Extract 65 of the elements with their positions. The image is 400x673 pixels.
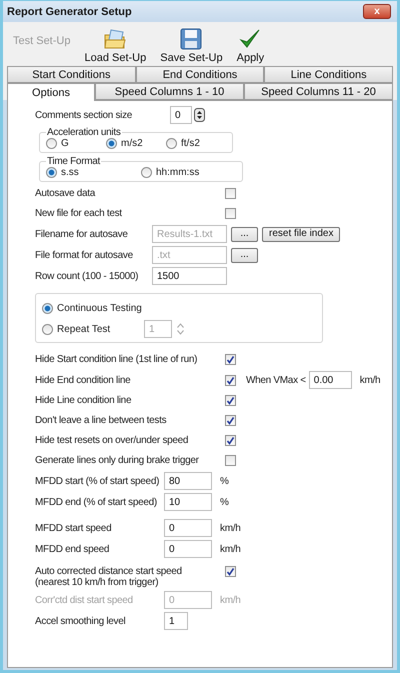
tab[interactable]: Options (7, 83, 95, 101)
toolbar-button[interactable]: Save Set-Up (158, 28, 225, 64)
radio-option[interactable]: Continuous Testing (42, 303, 192, 314)
field-label: Row count (100 - 15000) (35, 270, 140, 282)
unit-label: km/h (220, 544, 240, 554)
group-title: Acceleration units (46, 127, 122, 138)
checkbox-label: Generate lines only during brake trigger (35, 455, 200, 466)
number-spinner[interactable]: 0 (170, 106, 192, 124)
radio-option[interactable]: m/s2 (106, 138, 166, 149)
checkbox-label: Hide test resets on over/under speed (35, 435, 190, 446)
unit-label: km/h (220, 522, 240, 534)
radio-option[interactable]: G (46, 138, 106, 149)
checkbox[interactable] (225, 374, 236, 386)
tab[interactable]: Speed Columns 1 - 10 (95, 83, 244, 100)
unit-label: % (220, 496, 229, 508)
checkbox-label: Don't leave a line between tests (35, 415, 168, 426)
field-label: Accel smoothing level (35, 616, 126, 626)
speed-field[interactable]: 0.00 (308, 371, 352, 389)
text-field[interactable]: 1500 (152, 267, 227, 285)
checkbox-label: Auto corrected distance start speed (nearest 10 km/h from trigger) (35, 566, 183, 588)
field-label: Filename for autosave (35, 228, 129, 240)
radio-option[interactable]: Repeat Test (42, 324, 144, 334)
radio-option[interactable]: hh:mm:ss (141, 167, 236, 178)
field-label: Corr'ctd dist start speed (35, 594, 134, 606)
number-field[interactable]: 10 (164, 493, 212, 511)
tab[interactable]: Line Conditions (264, 66, 394, 83)
field-label: MFDD end (% of start speed) (35, 496, 158, 508)
field-label: MFDD start (% of start speed) (35, 476, 160, 486)
folder-icon (103, 28, 128, 50)
checkbox[interactable] (225, 395, 236, 406)
checkbox-label: Autosave data (35, 188, 96, 199)
field-label: When VMax < (246, 374, 306, 386)
toolbar-button[interactable]: Load Set-Up (82, 28, 148, 64)
checkbox-label: Hide Line condition line (35, 395, 132, 406)
checkbox[interactable] (225, 435, 236, 446)
check-icon (239, 28, 262, 50)
checkbox-label: New file for each test (35, 208, 123, 219)
checkbox[interactable] (225, 208, 236, 219)
radio-option[interactable]: ft/s2 (166, 138, 226, 149)
tab[interactable]: Start Conditions (7, 66, 136, 83)
number-field[interactable]: 80 (164, 472, 212, 490)
checkbox[interactable] (225, 354, 236, 365)
number-field[interactable]: 0 (164, 519, 212, 537)
checkbox-label: Hide Start condition line (1st line of run) (35, 354, 198, 365)
group-title: Time Format (46, 156, 101, 167)
toolbar-button[interactable]: Apply (234, 28, 266, 64)
checkbox[interactable] (225, 188, 236, 199)
field-label: File format for autosave (35, 250, 134, 260)
radio-option[interactable]: s.ss (46, 167, 141, 178)
checkbox[interactable] (225, 566, 236, 577)
checkbox-label: Hide End condition line (35, 374, 132, 386)
spinner-arrows-icon[interactable] (194, 108, 205, 122)
checkbox[interactable] (225, 415, 236, 426)
field-label: MFDD start speed (35, 522, 112, 534)
tab[interactable]: Speed Columns 11 - 20 (244, 83, 393, 100)
number-field[interactable]: 0 (164, 540, 212, 558)
field-label: Comments section size (35, 110, 134, 120)
number-field[interactable]: 1 (164, 612, 188, 630)
window-title: Report Generator Setup (7, 6, 132, 18)
tab[interactable]: End Conditions (136, 66, 264, 83)
unit-label: km/h (220, 594, 240, 606)
field-label: MFDD end speed (35, 544, 110, 554)
checkbox[interactable] (225, 455, 236, 466)
unit-label: km/h (360, 374, 380, 386)
unit-label: % (220, 476, 229, 486)
